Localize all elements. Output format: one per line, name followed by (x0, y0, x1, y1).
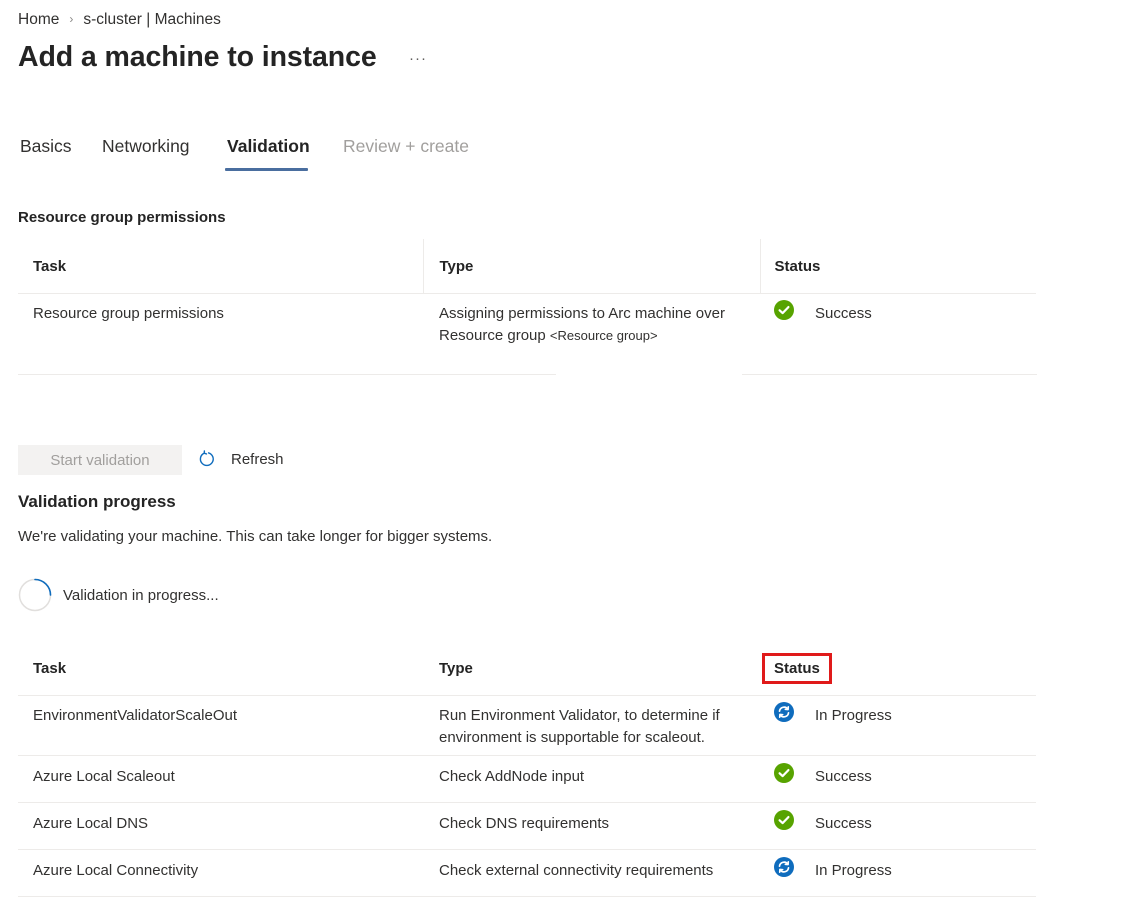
table-header-row: Task Type Status (18, 641, 1036, 696)
refresh-button[interactable]: Refresh (198, 450, 284, 468)
validation-spinner-row: Validation in progress... (18, 578, 219, 612)
cell-task: Azure Local Scaleout (18, 755, 423, 803)
breadcrumb-home[interactable]: Home (18, 11, 59, 29)
validation-table: Task Type Status EnvironmentValidatorSca… (18, 641, 1036, 897)
table-row: Resource group permissions Assigning per… (18, 294, 1036, 376)
column-header-status: Status (759, 239, 1036, 294)
resource-group-placeholder: <Resource group> (549, 328, 658, 343)
status-highlight-box: Status (762, 652, 832, 684)
type-line-1: Run Environment Validator, to determine … (439, 707, 720, 724)
loading-spinner-icon (18, 578, 52, 612)
refresh-icon (198, 450, 216, 468)
type-line-1: Assigning permissions to Arc machine ove… (439, 305, 725, 322)
table-row: EnvironmentValidatorScaleOut Run Environ… (18, 695, 1036, 756)
cell-status: Success (760, 755, 1036, 803)
type-line-2: Resource group (439, 327, 546, 344)
table-row: Azure Local Connectivity Check external … (18, 849, 1036, 897)
table-divider (742, 374, 1037, 375)
status-text: Success (815, 815, 872, 832)
table-divider (18, 374, 556, 375)
breadcrumb-current[interactable]: s-cluster | Machines (83, 11, 221, 29)
status-text: Success (815, 768, 872, 785)
table-header-row: Task Type Status (18, 239, 1036, 294)
success-check-icon (774, 763, 794, 783)
cell-task: Azure Local Connectivity (18, 849, 423, 897)
success-check-icon (774, 810, 794, 830)
column-header-type: Type (423, 641, 760, 696)
cell-task: Resource group permissions (33, 305, 224, 322)
column-header-status: Status (760, 641, 1036, 696)
cell-type: Check external connectivity requirements (423, 849, 760, 897)
cell-status: Success (760, 294, 1036, 376)
validation-progress-title: Validation progress (18, 492, 176, 511)
table-row: Azure Local DNS Check DNS requirements S… (18, 802, 1036, 850)
active-tab-indicator (225, 168, 308, 171)
refresh-label: Refresh (231, 450, 284, 468)
tab-basics[interactable]: Basics (20, 136, 72, 157)
validation-spinner-text: Validation in progress... (63, 586, 219, 604)
validation-progress-description: We're validating your machine. This can … (18, 528, 493, 545)
more-ellipsis-icon[interactable]: ··· (409, 50, 427, 67)
column-header-type: Type (422, 239, 760, 294)
tab-networking[interactable]: Networking (102, 136, 190, 157)
permissions-table: Task Type Status Resource group permissi… (18, 239, 1036, 375)
status-text: In Progress (815, 707, 892, 724)
sync-icon (774, 702, 794, 722)
success-check-icon (774, 300, 794, 320)
breadcrumb: Home › s-cluster | Machines (18, 11, 221, 29)
tab-validation[interactable]: Validation (227, 136, 310, 157)
status-text: In Progress (815, 862, 892, 879)
cell-status: In Progress (760, 849, 1036, 897)
tab-review-create[interactable]: Review + create (343, 136, 469, 157)
breadcrumb-separator: › (69, 12, 74, 26)
cell-type: Assigning permissions to Arc machine ove… (423, 294, 760, 376)
cell-type: Run Environment Validator, to determine … (423, 695, 760, 756)
cell-task: EnvironmentValidatorScaleOut (18, 695, 423, 756)
permissions-section-label: Resource group permissions (18, 209, 226, 226)
cell-task: Azure Local DNS (18, 802, 423, 850)
column-header-task: Task (18, 239, 423, 294)
status-text: Success (815, 305, 872, 322)
type-line-2: environment is supportable for scaleout. (439, 729, 705, 746)
cell-type: Check AddNode input (423, 755, 760, 803)
sync-icon (774, 857, 794, 877)
table-row: Azure Local Scaleout Check AddNode input… (18, 755, 1036, 803)
page-title: Add a machine to instance (18, 41, 377, 73)
cell-status: Success (760, 802, 1036, 850)
column-header-task: Task (18, 641, 423, 696)
start-validation-button[interactable]: Start validation (18, 445, 182, 475)
cell-type: Check DNS requirements (423, 802, 760, 850)
cell-status: In Progress (760, 695, 1036, 756)
